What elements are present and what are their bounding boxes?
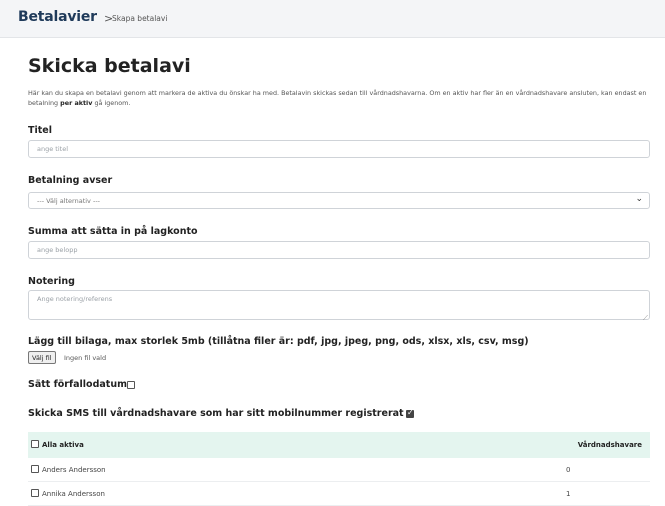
breadcrumb-current: Skapa betalavi — [112, 14, 168, 23]
amount-label: Summa att sätta in på lagkonto — [28, 226, 198, 237]
table-header: Alla aktiva Vårdnadshavare — [28, 432, 650, 458]
sms-checkbox[interactable] — [406, 408, 414, 418]
select-all-label: Alla aktiva — [42, 441, 84, 449]
intro-part-2: gå igenom. — [92, 99, 131, 107]
sms-label: Skicka SMS till vårdnadshavare som har s… — [28, 408, 404, 419]
payment-select-value: --- Välj alternativ --- — [37, 197, 101, 205]
payment-label: Betalning avser — [28, 175, 113, 186]
guardians-header: Vårdnadshavare — [577, 441, 642, 449]
select-all-checkbox[interactable] — [31, 440, 39, 448]
amount-input[interactable] — [28, 241, 650, 259]
payment-select[interactable]: --- Välj alternativ --- ⌄ — [28, 192, 650, 209]
guardian-count: 1 — [566, 490, 571, 498]
top-bar: Betalavier > Skapa betalavi — [0, 0, 665, 38]
note-label: Notering — [28, 276, 75, 287]
attachment-label: Lägg till bilaga, max storlek 5mb (tillå… — [28, 336, 529, 347]
table-row: Anders Andersson 0 — [28, 458, 650, 482]
file-status: Ingen fil vald — [64, 354, 107, 362]
table-row: Annika Andersson 1 — [28, 482, 650, 506]
choose-file-button[interactable]: Välj fil — [28, 351, 56, 364]
note-textarea[interactable] — [28, 290, 650, 320]
brand-link[interactable]: Betalavier — [18, 9, 97, 25]
title-label: Titel — [28, 125, 52, 136]
due-date-checkbox[interactable] — [127, 381, 135, 389]
row-checkbox[interactable] — [31, 465, 39, 473]
athlete-name: Annika Andersson — [42, 490, 105, 498]
due-date-label: Sätt förfallodatum — [28, 379, 127, 390]
chevron-down-icon: ⌄ — [635, 194, 643, 204]
title-input[interactable] — [28, 140, 650, 158]
intro-bold: per aktiv — [60, 99, 93, 107]
page-title: Skicka betalavi — [28, 55, 191, 77]
intro-text: Här kan du skapa en betalavi genom att m… — [28, 88, 652, 108]
athlete-name: Anders Andersson — [42, 466, 106, 474]
row-checkbox[interactable] — [31, 489, 39, 497]
guardian-count: 0 — [566, 466, 571, 474]
resize-handle-icon[interactable]: ⟋ — [643, 314, 648, 323]
